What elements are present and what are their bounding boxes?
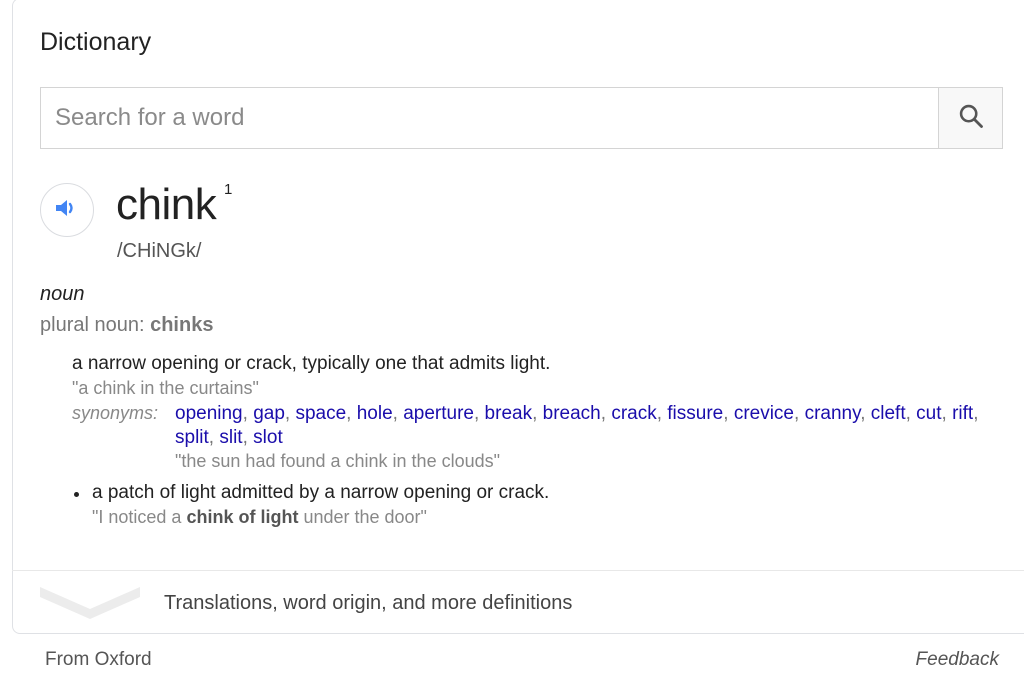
example-2: "I noticed a chink of light under the do…	[92, 507, 427, 528]
synonym-separator: ,	[723, 403, 734, 424]
phonetic-spelling: /CHiNGk/	[117, 240, 202, 262]
homograph-number: 1	[224, 181, 233, 198]
synonym-separator: ,	[532, 403, 543, 424]
synonym-link[interactable]: hole	[357, 403, 393, 424]
synonym-separator: ,	[860, 403, 871, 424]
example-2-prefix: "I noticed a	[92, 507, 187, 527]
synonym-separator: ,	[973, 403, 979, 424]
synonym-separator: ,	[794, 403, 805, 424]
search-button[interactable]	[938, 88, 1002, 148]
sub-sense-bullet	[74, 492, 79, 497]
source-attribution: From Oxford	[45, 649, 152, 670]
synonym-separator: ,	[473, 403, 485, 424]
more-definitions-toggle[interactable]: Translations, word origin, and more defi…	[12, 571, 1024, 633]
synonym-separator: ,	[242, 427, 254, 448]
synonym-link[interactable]: opening	[175, 403, 243, 424]
synonym-link[interactable]: crevice	[734, 403, 794, 424]
more-definitions-label: Translations, word origin, and more defi…	[164, 592, 573, 614]
synonym-link[interactable]: rift	[952, 403, 973, 424]
synonym-link[interactable]: slit	[219, 427, 242, 448]
search-input[interactable]	[41, 88, 939, 148]
synonym-link[interactable]: space	[295, 403, 346, 424]
synonym-link[interactable]: breach	[543, 403, 601, 424]
synonym-link[interactable]: cleft	[871, 403, 906, 424]
plural-value: chinks	[150, 314, 214, 336]
synonym-separator: ,	[208, 427, 220, 448]
search-icon	[957, 102, 985, 135]
synonym-link[interactable]: cranny	[805, 403, 861, 424]
synonym-separator: ,	[941, 403, 953, 424]
synonym-separator: ,	[242, 403, 254, 424]
synonym-separator: ,	[346, 403, 357, 424]
synonyms-list: opening, gap, space, hole, aperture, bre…	[175, 402, 1005, 450]
synonym-separator: ,	[905, 403, 917, 424]
example-2-highlight: chink of light	[186, 507, 299, 527]
synonym-link[interactable]: gap	[253, 403, 285, 424]
synonym-link[interactable]: slot	[253, 427, 283, 448]
synonym-link[interactable]: fissure	[667, 403, 723, 424]
card-title: Dictionary	[40, 28, 152, 56]
synonym-separator: ,	[284, 403, 296, 424]
synonyms-label: synonyms:	[72, 403, 159, 423]
headword: chink	[116, 180, 217, 229]
definition-1: a narrow opening or crack, typically one…	[72, 353, 551, 374]
synonym-link[interactable]: aperture	[403, 403, 474, 424]
chevron-down-icon	[38, 583, 142, 623]
plural-label: plural noun:	[40, 314, 151, 336]
plural-form: plural noun: chinks	[40, 314, 213, 337]
synonym-link[interactable]: cut	[916, 403, 941, 424]
synonym-link[interactable]: break	[485, 403, 533, 424]
feedback-link[interactable]: Feedback	[916, 649, 999, 671]
synonym-separator: ,	[600, 403, 612, 424]
part-of-speech: noun	[40, 283, 85, 305]
synonym-link[interactable]: split	[175, 427, 209, 448]
definition-2: a patch of light admitted by a narrow op…	[92, 482, 550, 503]
speaker-icon	[54, 197, 80, 224]
example-2-suffix: under the door"	[298, 507, 427, 527]
search-box	[40, 87, 1003, 149]
synonym-link[interactable]: crack	[611, 403, 656, 424]
pronunciation-button[interactable]	[40, 183, 94, 237]
synonym-example: "the sun had found a chink in the clouds…	[175, 451, 501, 471]
synonym-separator: ,	[656, 403, 668, 424]
example-1: "a chink in the curtains"	[72, 378, 259, 398]
synonym-separator: ,	[392, 403, 404, 424]
